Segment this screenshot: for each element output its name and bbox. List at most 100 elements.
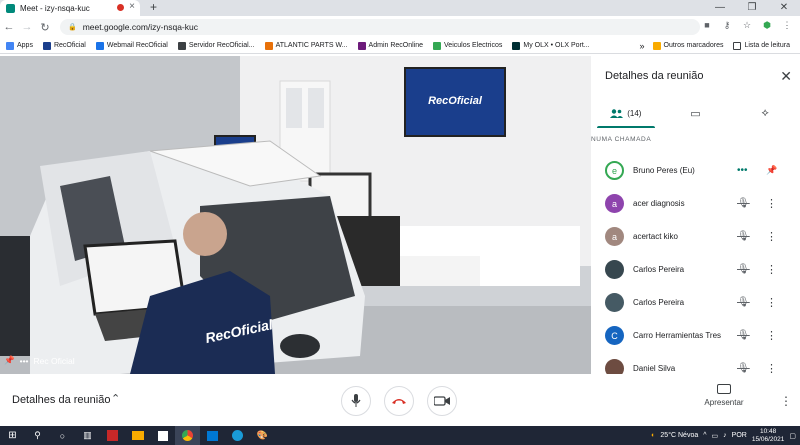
cortana-icon[interactable]: ○	[50, 426, 75, 445]
new-tab-button[interactable]: +	[150, 0, 157, 14]
participant-row[interactable]: a acertact kiko 🎙 ⋮	[591, 220, 800, 253]
participant-more-icon[interactable]: ⋮	[766, 197, 777, 210]
windows-start-icon[interactable]: ⊞	[0, 426, 25, 445]
pin-icon[interactable]: 📌	[766, 165, 777, 176]
tab-activities[interactable]: ⟡	[730, 98, 800, 128]
workshop-scene: RecOficial RecOficial	[0, 56, 591, 374]
bookmark-item[interactable]: RecOficial	[42, 41, 86, 50]
camera-indicator-icon[interactable]: ■	[700, 20, 714, 31]
clock[interactable]: 10:48 15/06/2021	[752, 428, 785, 444]
participant-row[interactable]: e Bruno Peres (Eu) ••• 📌	[591, 154, 800, 187]
network-icon[interactable]: ▭	[712, 432, 719, 440]
star-icon[interactable]: ☆	[740, 20, 754, 31]
bookmark-label: ATLANTIC PARTS W...	[275, 42, 348, 49]
participant-row[interactable]: Carlos Pereira 🎙 ⋮	[591, 253, 800, 286]
bookmark-item[interactable]: Apps	[6, 41, 33, 50]
activities-icon: ⟡	[761, 106, 769, 119]
present-button[interactable]: Apresentar	[700, 384, 748, 407]
reading-list[interactable]: Lista de leitura	[733, 41, 790, 50]
bookmark-item[interactable]: Veiculos Electricos	[433, 41, 502, 50]
bookmark-label: Apps	[17, 42, 33, 49]
other-bookmarks[interactable]: Outros marcadores	[652, 41, 723, 50]
edge-icon[interactable]	[225, 426, 250, 445]
reload-icon[interactable]: ↻	[36, 21, 54, 34]
participant-row[interactable]: a acer diagnosis 🎙 ⋮	[591, 187, 800, 220]
bookmark-label: Servidor RecOficial...	[188, 42, 255, 49]
avatar	[605, 260, 624, 279]
mic-muted-icon: 🎙	[737, 231, 750, 242]
toolbar-icons: ■ ⚷ ☆ ⬢ ⋮	[700, 20, 800, 31]
menu-dots-icon[interactable]: ⋮	[780, 20, 794, 31]
close-tab-icon[interactable]: ×	[129, 1, 135, 12]
mic-muted-icon: 🎙	[737, 330, 750, 341]
bookmark-item[interactable]: My OLX • OLX Port...	[512, 41, 590, 50]
participant-row[interactable]: Carlos Pereira 🎙 ⋮	[591, 286, 800, 319]
tab-people[interactable]: (14)	[591, 98, 661, 128]
section-label: NUMA CHAMADA	[591, 136, 652, 143]
people-icon	[610, 108, 624, 118]
participant-more-icon[interactable]: ⋮	[766, 263, 777, 276]
address-bar[interactable]: 🔒 meet.google.com/izy-nsqa-kuc	[60, 19, 700, 35]
paint-icon[interactable]: 🎨	[250, 426, 275, 445]
bookmark-item[interactable]: Webmail RecOficial	[95, 41, 168, 50]
url-text: meet.google.com/izy-nsqa-kuc	[82, 22, 198, 32]
meet-favicon-icon	[6, 3, 15, 13]
weather-text[interactable]: 25°C Névoa	[660, 432, 698, 439]
microphone-button[interactable]	[341, 386, 371, 416]
app-icon-red[interactable]	[100, 426, 125, 445]
tray-chevron-icon[interactable]: ^	[703, 432, 706, 439]
chrome-icon[interactable]	[175, 426, 200, 445]
close-panel-icon[interactable]: ✕	[780, 68, 792, 85]
pin-icon[interactable]: 📌	[4, 355, 15, 366]
chevron-up-icon[interactable]: ⌃	[111, 392, 120, 405]
avatar	[605, 293, 624, 312]
bookmark-favicon-icon	[512, 41, 521, 50]
bookmark-favicon-icon	[42, 41, 51, 50]
participant-more-icon[interactable]: ⋮	[766, 296, 777, 309]
participant-more-icon[interactable]: ⋮	[766, 230, 777, 243]
close-window-icon[interactable]: ✕	[768, 0, 800, 16]
bookmark-item[interactable]: Admin RecOnline	[357, 41, 423, 50]
minimize-icon[interactable]: —	[704, 0, 736, 16]
bookmarks-overflow-icon[interactable]: »	[640, 41, 645, 51]
bookmark-item[interactable]: ATLANTIC PARTS W...	[264, 41, 348, 50]
outlook-icon[interactable]	[200, 426, 225, 445]
browser-tab[interactable]: Meet - izy-nsqa-kuc ×	[0, 0, 140, 16]
bookmark-favicon-icon	[433, 41, 442, 50]
volume-icon[interactable]: ♪	[723, 432, 727, 439]
notifications-icon[interactable]: ▢	[789, 432, 796, 440]
reading-list-icon	[733, 41, 742, 50]
file-explorer-icon[interactable]	[125, 426, 150, 445]
speaking-indicator-icon: •••	[737, 165, 748, 176]
participant-list: e Bruno Peres (Eu) ••• 📌 a acer diagnosis 🎙 ⋮ a a…	[591, 154, 800, 385]
key-icon[interactable]: ⚷	[720, 20, 734, 31]
bookmark-favicon-icon	[177, 41, 186, 50]
forward-icon[interactable]: →	[18, 21, 36, 33]
audio-dots-icon: •••	[19, 355, 29, 366]
browser-tab-strip: Meet - izy-nsqa-kuc × + — ❐ ✕	[0, 0, 800, 16]
search-icon[interactable]: ⚲	[25, 426, 50, 445]
store-icon[interactable]	[150, 426, 175, 445]
people-count: (14)	[627, 108, 642, 118]
participant-row[interactable]: C Carro Herramientas Tres 🎙 ⋮	[591, 319, 800, 352]
participant-more-icon[interactable]: ⋮	[766, 329, 777, 342]
task-view-icon[interactable]: ▥	[75, 426, 100, 445]
bookmarks-bar: Apps RecOficial Webmail RecOficial Servidor…	[0, 38, 800, 54]
chat-icon: ▭	[690, 107, 701, 120]
avatar: a	[605, 194, 624, 213]
meeting-details-button[interactable]: Detalhes da reunião	[12, 394, 110, 406]
clock-time: 10:48	[759, 427, 777, 435]
bookmark-item[interactable]: Servidor RecOficial...	[177, 41, 255, 50]
leave-call-button[interactable]	[384, 386, 414, 416]
clock-date: 15/06/2021	[751, 435, 785, 443]
tab-chat[interactable]: ▭	[661, 98, 731, 128]
camera-button[interactable]	[427, 386, 457, 416]
restore-icon[interactable]: ❐	[736, 0, 768, 16]
language-indicator[interactable]: POR	[732, 432, 747, 439]
back-icon[interactable]: ←	[0, 21, 18, 33]
bookmark-label: My OLX • OLX Port...	[523, 42, 590, 49]
more-options-icon[interactable]: ⋮	[780, 394, 792, 408]
extension-icon[interactable]: ⬢	[760, 20, 774, 31]
camera-icon	[434, 396, 450, 406]
tv-brand-text: RecOficial	[428, 95, 483, 107]
